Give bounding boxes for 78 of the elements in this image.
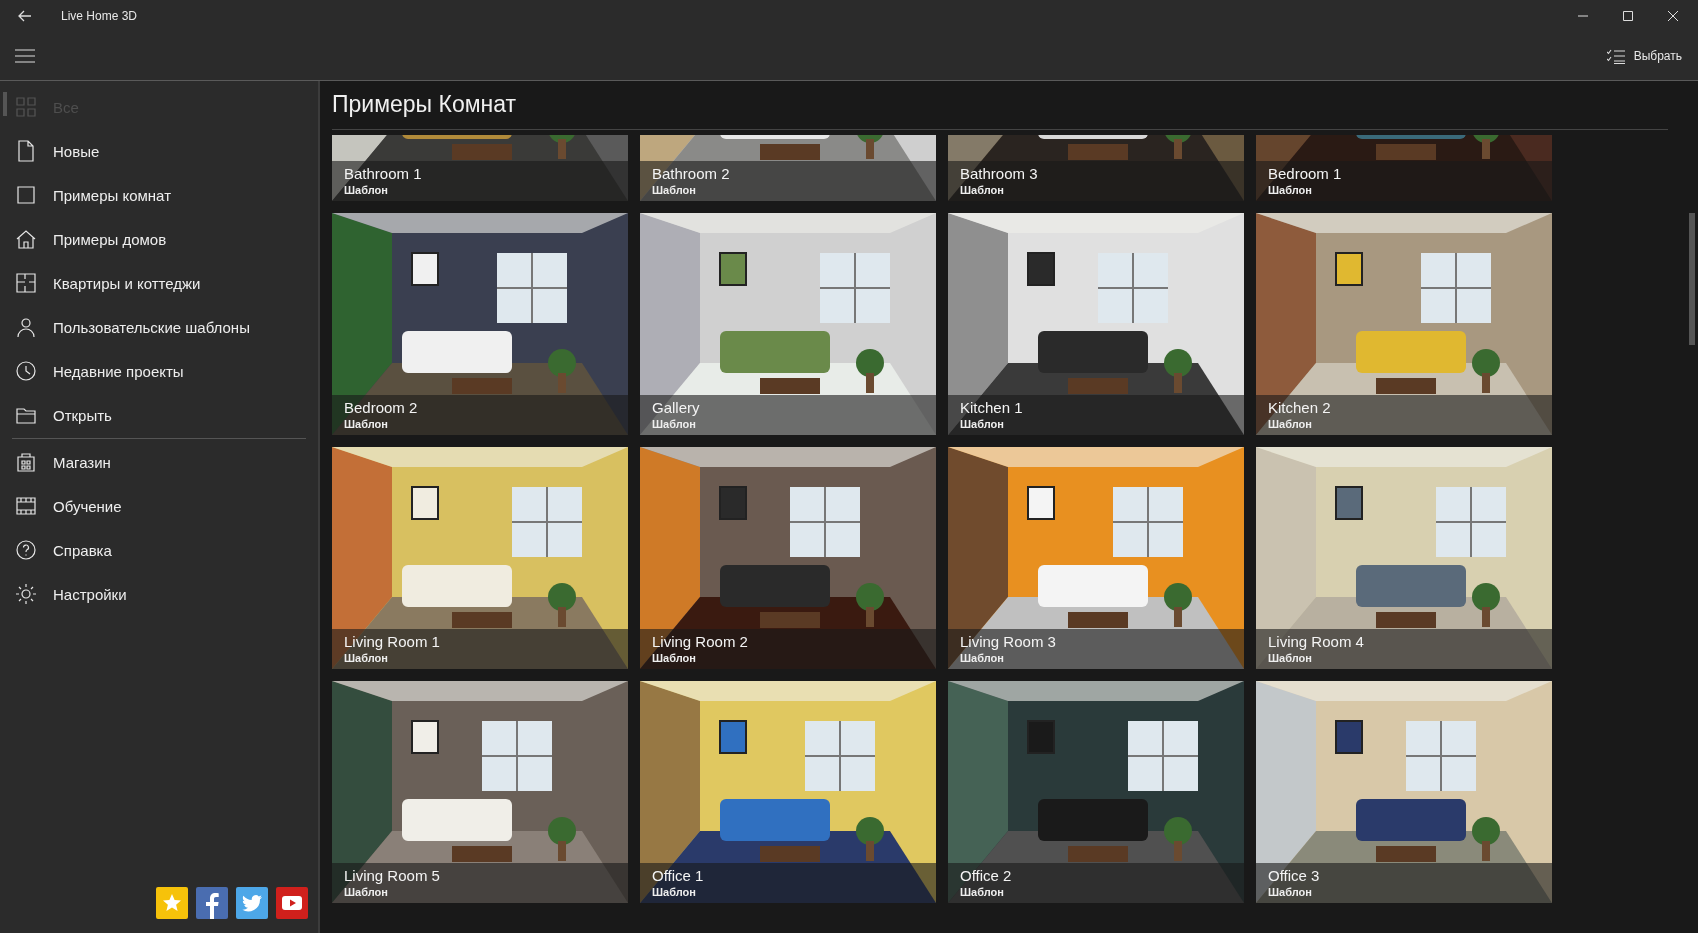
room-tile[interactable]: Living Room 2 Шаблон [640, 447, 936, 669]
maximize-icon[interactable] [1622, 10, 1634, 22]
room-tile[interactable]: Office 3 Шаблон [1256, 681, 1552, 903]
grid-icon [15, 96, 37, 118]
tile-subtitle: Шаблон [1268, 885, 1313, 899]
tile-title: Living Room 4 [1268, 633, 1365, 651]
tile-title: Bedroom 1 [1268, 165, 1343, 183]
video-play-icon[interactable] [276, 887, 308, 919]
tile-subtitle: Шаблон [1268, 183, 1313, 197]
tile-subtitle: Шаблон [652, 885, 697, 899]
back-arrow-icon[interactable] [18, 10, 32, 22]
room-tile[interactable]: Bedroom 2 Шаблон [332, 213, 628, 435]
page-heading: Примеры Комнат [332, 91, 517, 119]
tile-title: Bathroom 1 [344, 165, 423, 183]
tile-title: Gallery [652, 399, 701, 417]
close-icon[interactable] [1667, 10, 1679, 22]
tile-title: Kitchen 2 [1268, 399, 1332, 417]
room-tile[interactable]: Office 1 Шаблон [640, 681, 936, 903]
room-tile[interactable]: Living Room 1 Шаблон [332, 447, 628, 669]
tile-subtitle: Шаблон [960, 183, 1005, 197]
clock-icon [15, 360, 37, 382]
tile-title: Kitchen 1 [960, 399, 1024, 417]
room-tile[interactable]: Kitchen 2 Шаблон [1256, 213, 1552, 435]
room-tile[interactable]: Kitchen 1 Шаблон [948, 213, 1244, 435]
tile-title: Office 3 [1268, 867, 1321, 885]
nav-item[interactable]: Недавние проекты [0, 349, 318, 393]
tile-subtitle: Шаблон [1268, 651, 1313, 665]
tile-title: Living Room 5 [344, 867, 441, 885]
tile-title: Living Room 2 [652, 633, 749, 651]
room-tile[interactable]: Living Room 3 Шаблон [948, 447, 1244, 669]
tile-title: Living Room 1 [344, 633, 441, 651]
tile-subtitle: Шаблон [1268, 417, 1313, 431]
nav-item[interactable]: Примеры комнат [0, 173, 318, 217]
nav-item[interactable]: Примеры домов [0, 217, 318, 261]
window-title: Live Home 3D [61, 9, 138, 23]
tile-title: Office 1 [652, 867, 705, 885]
tile-title: Bathroom 3 [960, 165, 1039, 183]
tile-title: Bedroom 2 [344, 399, 419, 417]
room-tile[interactable]: Living Room 4 Шаблон [1256, 447, 1552, 669]
nav-item[interactable]: Новые [0, 129, 318, 173]
nav-item[interactable]: Магазин [0, 440, 318, 484]
floorplan-icon [15, 272, 37, 294]
nav-item[interactable]: Пользовательские шаблоны [0, 305, 318, 349]
tile-subtitle: Шаблон [344, 651, 389, 665]
nav-item[interactable]: Открыть [0, 393, 318, 437]
house-icon [15, 228, 37, 250]
tile-subtitle: Шаблон [344, 417, 389, 431]
checklist-icon [1606, 48, 1625, 64]
settings-icon [15, 583, 37, 605]
nav-item[interactable]: Настройки [0, 572, 318, 616]
nav-item[interactable]: Квартиры и коттеджи [0, 261, 318, 305]
tile-subtitle: Шаблон [652, 183, 697, 197]
select-button[interactable]: Выбрать [1602, 44, 1686, 68]
person-icon [15, 316, 37, 338]
tile-subtitle: Шаблон [344, 183, 389, 197]
document-icon [15, 140, 37, 162]
nav-item[interactable]: Справка [0, 528, 318, 572]
tile-subtitle: Шаблон [960, 885, 1005, 899]
tile-title: Living Room 3 [960, 633, 1057, 651]
film-icon [15, 495, 37, 517]
scrollbar[interactable] [1689, 213, 1695, 345]
tile-subtitle: Шаблон [344, 885, 389, 899]
tile-subtitle: Шаблон [652, 651, 697, 665]
menu-icon[interactable] [15, 49, 35, 63]
room-tile[interactable]: Living Room 5 Шаблон [332, 681, 628, 903]
room-tile[interactable]: Office 2 Шаблон [948, 681, 1244, 903]
tile-title: Bathroom 2 [652, 165, 731, 183]
store-icon [15, 451, 37, 473]
square-icon [15, 184, 37, 206]
help-icon [15, 539, 37, 561]
tile-title: Office 2 [960, 867, 1013, 885]
facebook-icon[interactable] [196, 887, 228, 919]
tile-subtitle: Шаблон [652, 417, 697, 431]
tile-subtitle: Шаблон [960, 417, 1005, 431]
room-tile[interactable]: Gallery Шаблон [640, 213, 936, 435]
bird-icon[interactable] [236, 887, 268, 919]
nav-item[interactable]: Обучение [0, 484, 318, 528]
tile-subtitle: Шаблон [960, 651, 1005, 665]
